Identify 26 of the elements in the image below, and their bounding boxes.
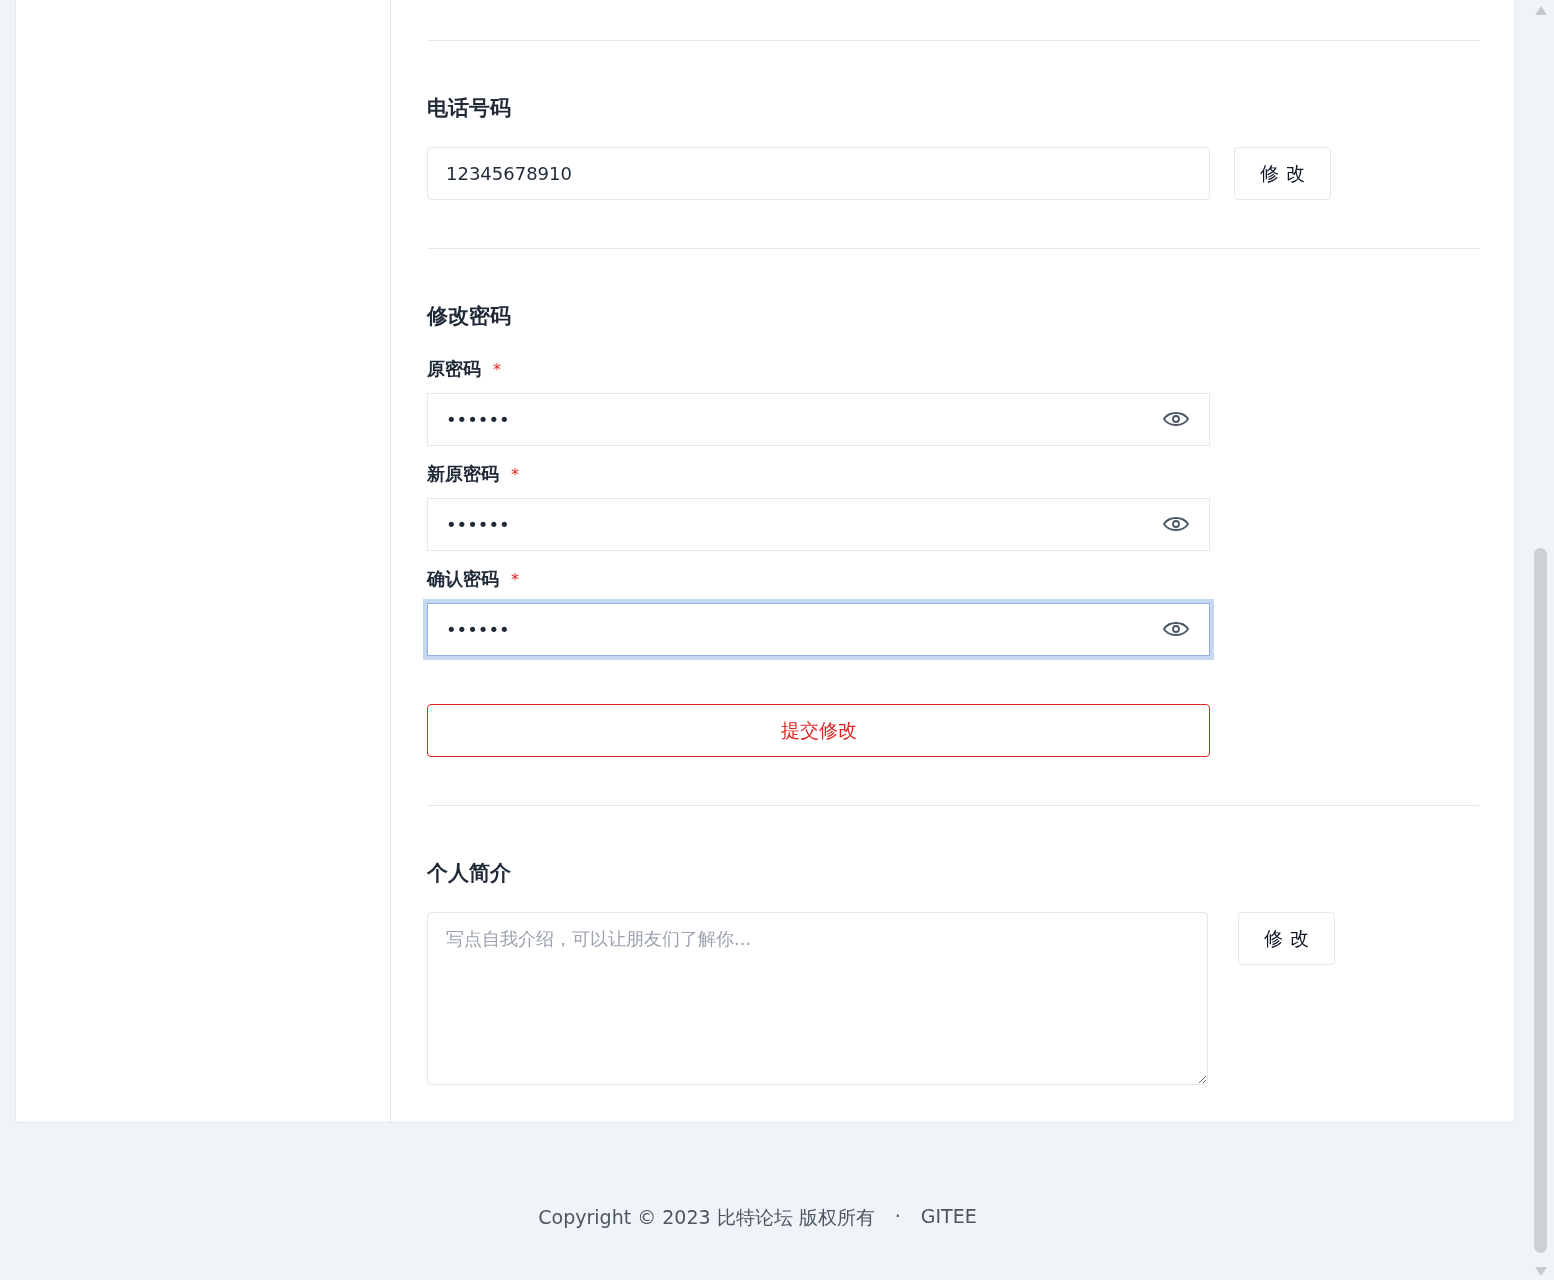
phone-input[interactable]: 12345678910 [427,147,1210,200]
field-label: 确认密码 [427,567,499,591]
scroll-down-icon[interactable] [1534,1267,1547,1276]
section-heading: 修改密码 [427,303,512,330]
bio-textarea[interactable]: 写点自我介绍，可以让朋友们了解你... [427,912,1208,1085]
field-label: 新原密码 [427,462,499,486]
copyright-text: Copyright © 2023 比特论坛 版权所有 [538,1205,875,1230]
section-heading: 电话号码 [427,95,512,122]
submit-button[interactable]: 提交修改 [427,704,1210,757]
scroll-up-icon[interactable] [1534,6,1547,15]
gitee-link[interactable]: GITEE [920,1205,977,1231]
required-mark: * [511,569,519,589]
required-mark: * [511,464,519,484]
required-mark: * [493,359,501,379]
separator-dot: · [894,1205,901,1229]
password-input[interactable]: •••••• [427,498,1210,551]
password-input[interactable]: •••••• [427,393,1210,446]
edit-button[interactable]: 修 改 [1234,147,1331,200]
field-label: 原密码 [427,357,481,381]
eye-icon[interactable] [1162,515,1190,533]
eye-icon[interactable] [1162,620,1190,638]
section-heading: 个人简介 [427,860,512,887]
password-input[interactable]: •••••• [427,603,1210,656]
edit-button[interactable]: 修 改 [1238,912,1335,965]
scrollbar-thumb[interactable] [1534,548,1547,1253]
eye-icon[interactable] [1162,410,1190,428]
